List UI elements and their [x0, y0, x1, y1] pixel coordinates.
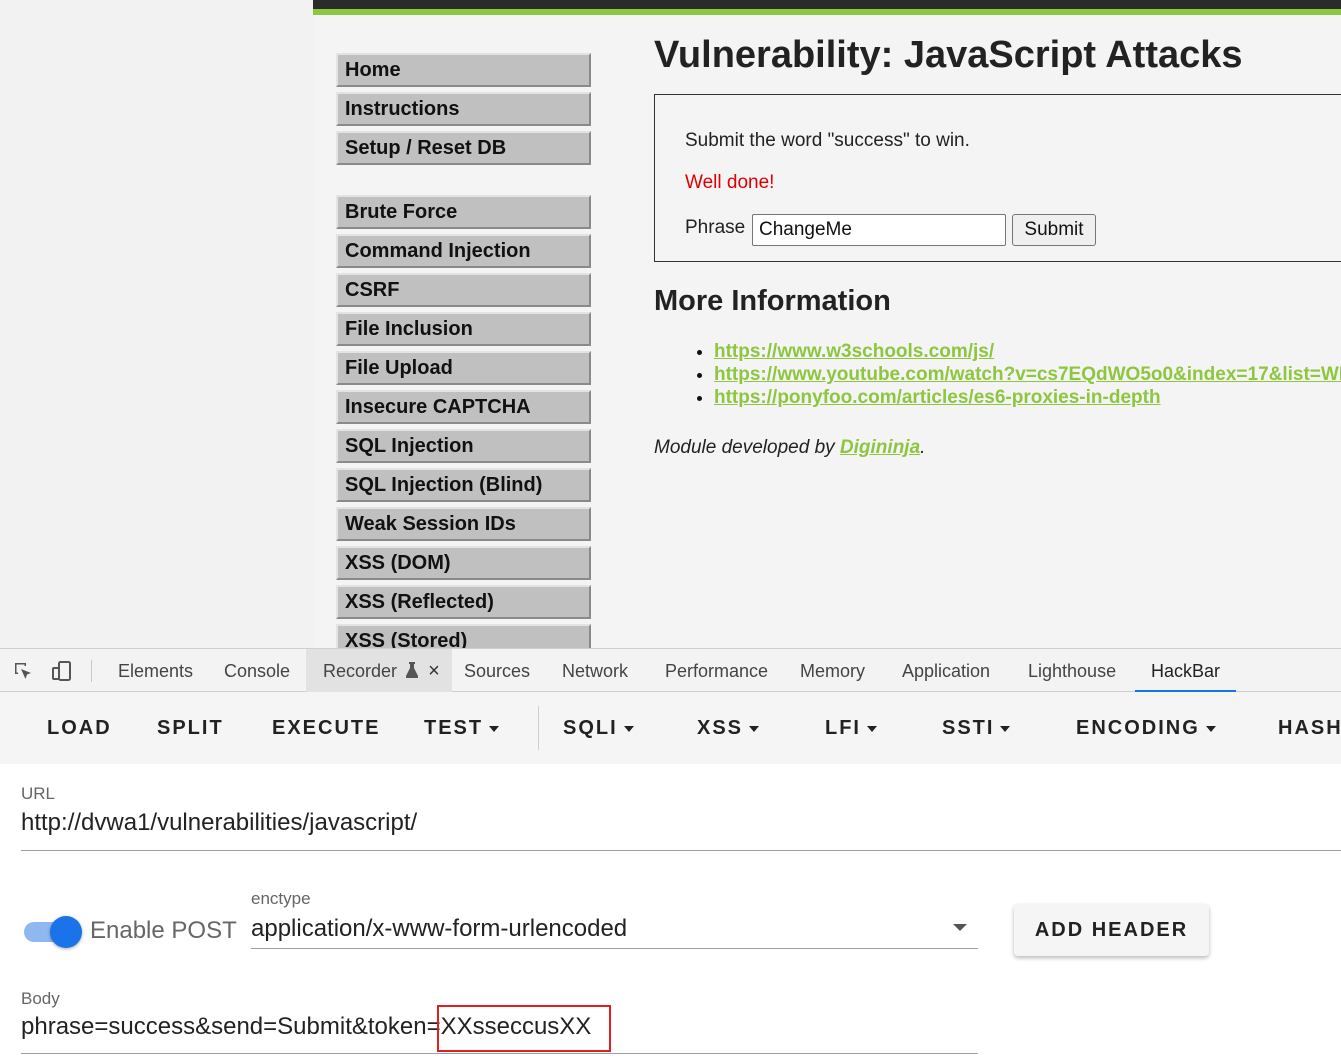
tab-recorder-label: Recorder [323, 661, 398, 681]
nav-item-sql-injection[interactable]: SQL Injection [336, 429, 591, 463]
enctype-underline [251, 948, 978, 949]
nav-item-brute-force[interactable]: Brute Force [336, 195, 591, 229]
lfi-menu-button[interactable]: LFI [825, 692, 877, 764]
hash-menu-button[interactable]: HASH [1278, 692, 1341, 764]
nav-item-xss-dom[interactable]: XSS (DOM) [336, 546, 591, 580]
phrase-input[interactable] [752, 214, 1006, 246]
load-button[interactable]: LOAD [47, 692, 112, 764]
device-toolbar-icon[interactable] [50, 659, 74, 683]
more-information-links: https://www.w3schools.com/js/ https://ww… [694, 340, 1341, 409]
header-bar [313, 0, 1341, 9]
nav-item-xss-stored[interactable]: XSS (Stored) [336, 624, 591, 648]
url-label: URL [21, 784, 56, 803]
more-information-title: More Information [654, 285, 891, 317]
chevron-down-icon [1205, 725, 1216, 732]
nav-item-command-injection[interactable]: Command Injection [336, 234, 591, 268]
chevron-down-icon [489, 725, 500, 732]
inspect-element-icon[interactable] [11, 659, 35, 683]
chevron-down-icon[interactable] [953, 924, 967, 931]
tab-performance[interactable]: Performance [665, 649, 768, 693]
hackbar-toolbar: LOAD SPLIT EXECUTE TEST SQLI XSS LFI SST… [0, 692, 1341, 764]
test-menu-label: TEST [424, 717, 484, 739]
tab-memory[interactable]: Memory [800, 649, 865, 693]
nav-item-insecure-captcha[interactable]: Insecure CAPTCHA [336, 390, 591, 424]
tab-network[interactable]: Network [562, 649, 628, 693]
enctype-select[interactable]: application/x-www-form-urlencoded [251, 915, 627, 943]
tab-hackbar[interactable]: HackBar [1151, 649, 1220, 693]
list-item: https://www.w3schools.com/js/ [714, 340, 1341, 363]
xss-menu-button[interactable]: XSS [697, 692, 760, 764]
xss-menu-label: XSS [697, 717, 744, 739]
chevron-down-icon [1000, 725, 1011, 732]
sqli-menu-button[interactable]: SQLI [563, 692, 634, 764]
submit-button[interactable]: Submit [1012, 214, 1096, 246]
nav-item-setup-reset-db[interactable]: Setup / Reset DB [336, 131, 591, 165]
link-digininja[interactable]: Digininja [840, 437, 920, 458]
instruction-text: Submit the word "success" to win. [685, 130, 970, 151]
nav-item-file-inclusion[interactable]: File Inclusion [336, 312, 591, 346]
tab-application[interactable]: Application [902, 649, 990, 693]
link-w3schools[interactable]: https://www.w3schools.com/js/ [714, 341, 994, 362]
test-menu-button[interactable]: TEST [424, 692, 500, 764]
link-youtube[interactable]: https://www.youtube.com/watch?v=cs7EQdWO… [714, 364, 1341, 385]
module-credit: Module developed by Digininja. [654, 437, 925, 459]
phrase-label: Phrase [685, 217, 746, 238]
list-item: https://ponyfoo.com/articles/es6-proxies… [714, 386, 1341, 409]
web-page: Home Instructions Setup / Reset DB Brute… [0, 0, 1341, 648]
url-underline [21, 850, 1341, 851]
sqli-menu-label: SQLI [563, 717, 618, 739]
credit-prefix: Module developed by [654, 437, 840, 458]
execute-button[interactable]: EXECUTE [272, 692, 380, 764]
tab-lighthouse[interactable]: Lighthouse [1028, 649, 1116, 693]
enctype-label: enctype [251, 889, 311, 908]
body-underline [21, 1053, 978, 1054]
lfi-menu-label: LFI [825, 717, 861, 739]
body-label: Body [21, 989, 60, 1008]
link-ponyfoo[interactable]: https://ponyfoo.com/articles/es6-proxies… [714, 387, 1161, 408]
toolbar-divider [91, 660, 92, 682]
ssti-menu-button[interactable]: SSTI [942, 692, 1011, 764]
nav-item-instructions[interactable]: Instructions [336, 92, 591, 126]
enable-post-label: Enable POST [90, 917, 237, 944]
nav-item-csrf[interactable]: CSRF [336, 273, 591, 307]
nav-item-xss-reflected[interactable]: XSS (Reflected) [336, 585, 591, 619]
list-item: https://www.youtube.com/watch?v=cs7EQdWO… [714, 363, 1341, 386]
encoding-menu-button[interactable]: ENCODING [1076, 692, 1216, 764]
credit-suffix: . [920, 437, 926, 458]
nav-item-home[interactable]: Home [336, 53, 591, 87]
ssti-menu-label: SSTI [942, 717, 995, 739]
devtools-tab-bar: Elements Console Recorder × Sources Netw… [0, 648, 1341, 693]
chevron-down-icon [749, 725, 760, 732]
chevron-down-icon [623, 725, 634, 732]
page-title: Vulnerability: JavaScript Attacks [654, 34, 1243, 76]
nav-item-weak-session-ids[interactable]: Weak Session IDs [336, 507, 591, 541]
devtools-panel: Elements Console Recorder × Sources Netw… [0, 648, 1341, 1063]
enable-post-toggle-thumb[interactable] [50, 916, 82, 948]
nav-item-sql-injection-blind[interactable]: SQL Injection (Blind) [336, 468, 591, 502]
chevron-down-icon [867, 725, 877, 732]
nav-item-file-upload[interactable]: File Upload [336, 351, 591, 385]
tab-sources[interactable]: Sources [464, 649, 530, 693]
toolbar-divider [538, 706, 539, 750]
close-icon[interactable]: × [428, 649, 440, 693]
split-button[interactable]: SPLIT [157, 692, 224, 764]
url-input[interactable]: http://dvwa1/vulnerabilities/javascript/ [21, 809, 417, 837]
encoding-menu-label: ENCODING [1076, 717, 1200, 739]
tab-elements[interactable]: Elements [118, 649, 193, 693]
tab-console[interactable]: Console [224, 649, 290, 693]
token-highlight-box [437, 1005, 611, 1052]
flask-icon [406, 650, 419, 694]
result-message: Well done! [685, 172, 775, 193]
add-header-button[interactable]: ADD HEADER [1014, 904, 1209, 956]
tab-recorder[interactable]: Recorder × [306, 649, 452, 693]
